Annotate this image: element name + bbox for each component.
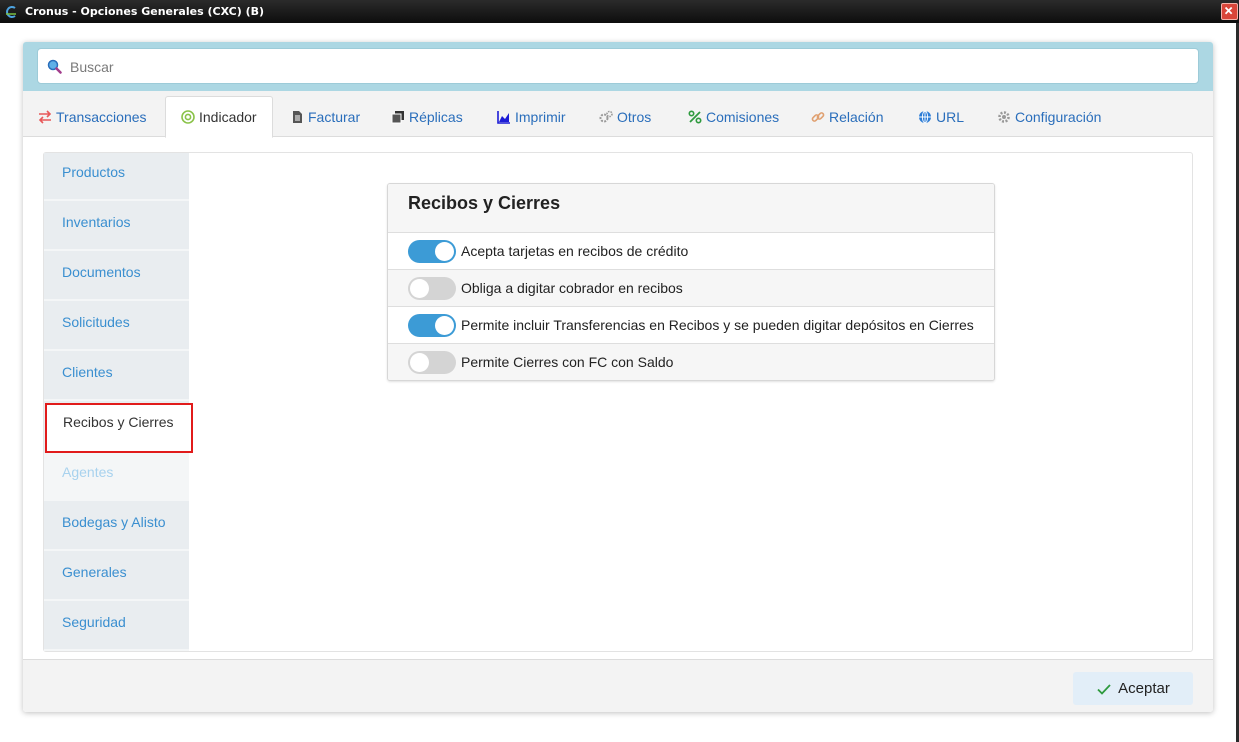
tab-replicas[interactable]: Réplicas <box>391 97 463 137</box>
accept-button[interactable]: Aceptar <box>1073 672 1193 705</box>
sidebar-item-documentos[interactable]: Documentos <box>44 253 189 301</box>
tab-transacciones[interactable]: Transacciones <box>38 97 147 137</box>
settings-card: Recibos y Cierres Acepta tarjetas en rec… <box>387 183 995 381</box>
sidebar-item-solicitudes[interactable]: Solicitudes <box>44 303 189 351</box>
app-logo-icon <box>6 6 16 18</box>
area-chart-icon <box>497 111 510 124</box>
tab-indicador[interactable]: Indicador <box>165 96 273 138</box>
tab-url[interactable]: URL <box>918 97 964 137</box>
tab-label: Otros <box>617 109 652 125</box>
check-icon <box>1097 683 1111 695</box>
percent-icon <box>688 110 702 124</box>
sidebar-item-generales[interactable]: Generales <box>44 553 189 601</box>
section-nav: Productos Inventarios Documentos Solicit… <box>44 153 193 651</box>
close-window-button[interactable] <box>1221 3 1238 20</box>
tab-label: Relación <box>829 109 884 125</box>
sidebar-item-productos[interactable]: Productos <box>44 153 189 201</box>
tab-label: Comisiones <box>706 109 780 125</box>
sidebar-item-recibos-y-cierres[interactable]: Recibos y Cierres <box>45 403 193 453</box>
toggle-switch[interactable] <box>408 314 456 337</box>
tab-label: URL <box>936 109 965 125</box>
option-label: Obliga a digitar cobrador en recibos <box>461 280 683 296</box>
toggle-switch[interactable] <box>408 277 456 300</box>
arrows-exchange-icon <box>38 110 52 124</box>
copy-icon <box>391 111 404 124</box>
target-icon <box>181 110 195 124</box>
search-input[interactable]: Buscar <box>37 48 1199 84</box>
sidebar-item-inventarios[interactable]: Inventarios <box>44 203 189 251</box>
options-dialog: Buscar Transacciones Indicador Facturar <box>23 42 1213 712</box>
tab-label: Facturar <box>308 109 361 125</box>
options-panel: Productos Inventarios Documentos Solicit… <box>43 152 1193 652</box>
tab-facturar[interactable]: Facturar <box>290 97 360 137</box>
close-icon <box>1224 6 1233 15</box>
option-label: Acepta tarjetas en recibos de crédito <box>461 243 689 259</box>
toggle-knob <box>435 242 454 261</box>
tab-otros[interactable]: Otros <box>599 97 651 137</box>
search-placeholder: Buscar <box>70 59 114 75</box>
accept-label: Aceptar <box>1118 680 1170 697</box>
link-icon <box>811 112 825 122</box>
toggle-switch[interactable] <box>408 351 456 374</box>
window-title: Cronus - Opciones Generales (CXC) (B) <box>25 5 265 18</box>
tab-label: Configuración <box>1015 109 1102 125</box>
document-icon <box>293 111 302 123</box>
option-row: Acepta tarjetas en recibos de crédito <box>388 233 994 270</box>
option-row: Obliga a digitar cobrador en recibos <box>388 270 994 307</box>
dialog-footer: Aceptar <box>23 659 1213 712</box>
tab-comisiones[interactable]: Comisiones <box>688 97 779 137</box>
search-icon <box>47 59 62 74</box>
tab-bar: Transacciones Indicador Facturar Réplica… <box>23 91 1213 138</box>
tab-label: Réplicas <box>409 109 463 125</box>
toggle-knob <box>435 316 454 335</box>
toggle-knob <box>410 279 429 298</box>
tab-label: Transacciones <box>56 109 147 125</box>
globe-icon <box>919 110 931 124</box>
tab-relacion[interactable]: Relación <box>811 97 883 137</box>
sidebar-item-agentes: Agentes <box>44 453 189 501</box>
gears-icon <box>599 110 613 123</box>
tab-configuracion[interactable]: Configuración <box>997 97 1101 137</box>
card-header: Recibos y Cierres <box>388 184 994 233</box>
sidebar-item-clientes[interactable]: Clientes <box>44 353 189 401</box>
option-row: Permite incluir Transferencias en Recibo… <box>388 307 994 344</box>
gear-icon <box>998 111 1010 123</box>
option-row: Permite Cierres con FC con Saldo <box>388 344 994 380</box>
card-title: Recibos y Cierres <box>408 193 561 213</box>
sidebar-item-bodegas-y-alisto[interactable]: Bodegas y Alisto <box>44 503 189 551</box>
toggle-switch[interactable] <box>408 240 456 263</box>
tab-label: Indicador <box>199 109 257 125</box>
toggle-knob <box>410 353 429 372</box>
tab-imprimir[interactable]: Imprimir <box>497 97 566 137</box>
search-bar: Buscar <box>23 42 1213 91</box>
option-label: Permite incluir Transferencias en Recibo… <box>461 317 974 333</box>
option-label: Permite Cierres con FC con Saldo <box>461 354 674 370</box>
window-titlebar: Cronus - Opciones Generales (CXC) (B) <box>0 0 1239 23</box>
sidebar-item-seguridad[interactable]: Seguridad <box>44 603 189 651</box>
tab-label: Imprimir <box>515 109 566 125</box>
